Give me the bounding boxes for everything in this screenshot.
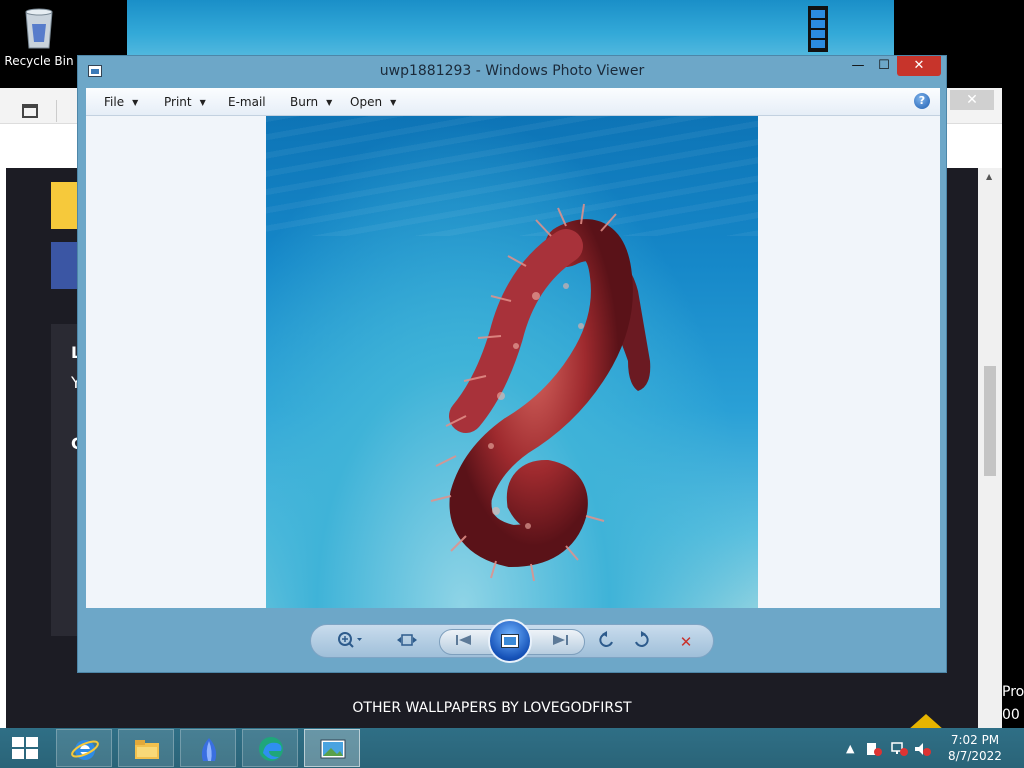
start-button[interactable] (12, 737, 38, 759)
recycle-bin-icon (22, 6, 56, 50)
image-canvas (86, 116, 940, 608)
scroll-up-icon[interactable]: ▲ (986, 172, 992, 181)
internet-explorer-icon[interactable] (56, 729, 112, 767)
chevron-down-icon: ▼ (132, 98, 139, 107)
app-icon[interactable] (180, 729, 236, 767)
scrollbar[interactable]: ▲ (978, 168, 1002, 728)
menu-bar: File ▼ Print ▼ E-mail Burn ▼ Open ▼ ? (86, 88, 940, 116)
clock-date: 8/7/2022 (948, 749, 1002, 763)
seahorse-photo (266, 116, 758, 608)
slideshow-icon[interactable] (488, 619, 532, 663)
rotate-ccw-icon[interactable] (595, 631, 619, 653)
photo-viewer-window: uwp1881293 - Windows Photo Viewer — ☐ ✕ … (77, 55, 947, 673)
menu-label: E-mail (228, 95, 266, 109)
rotate-cw-icon[interactable] (629, 631, 653, 653)
chevron-down-icon: ▼ (199, 98, 206, 107)
window-thumbnail (808, 6, 828, 52)
help-icon[interactable]: ? (914, 93, 930, 109)
zoom-icon[interactable] (335, 631, 365, 653)
other-wallpapers-heading: OTHER WALLPAPERS BY LOVEGODFIRST (352, 700, 632, 716)
scrollbar-thumb[interactable] (984, 366, 996, 476)
window-title: uwp1881293 - Windows Photo Viewer (379, 63, 645, 79)
menu-label: File (104, 95, 125, 109)
network-icon[interactable] (890, 742, 908, 759)
recycle-bin-label: Recycle Bin (4, 54, 74, 68)
menu-file[interactable]: File ▼ (104, 95, 138, 109)
menu-print[interactable]: Print ▼ (164, 95, 206, 109)
chevron-down-icon: ▼ (390, 98, 397, 107)
menu-email[interactable]: E-mail (228, 95, 266, 109)
actual-size-icon[interactable] (395, 631, 419, 653)
clock-time: 7:02 PM (950, 733, 1000, 747)
previous-icon[interactable] (450, 631, 478, 653)
action-center-icon[interactable] (866, 742, 882, 759)
menu-burn[interactable]: Burn ▼ (290, 95, 332, 109)
photo-viewer-icon[interactable] (304, 729, 360, 767)
edge-icon[interactable] (242, 729, 298, 767)
menu-label: Open (350, 95, 383, 109)
taskbar: ▲ 7:02 PM 8/7/2022 (0, 728, 1024, 768)
minimize-button[interactable]: — (845, 56, 871, 76)
menu-open[interactable]: Open ▼ (350, 95, 396, 109)
title-bar[interactable]: uwp1881293 - Windows Photo Viewer — ☐ ✕ (78, 56, 946, 86)
partial-text: Pro (1002, 684, 1024, 700)
viewer-controls: ✕ (310, 619, 714, 663)
maximize-button[interactable]: ☐ (871, 56, 897, 76)
menu-label: Burn (290, 95, 319, 109)
seahorse-illustration (430, 203, 651, 582)
recycle-bin[interactable]: Recycle Bin (4, 6, 74, 78)
desktop-wallpaper (127, 0, 894, 56)
show-hidden-icons-icon[interactable]: ▲ (846, 742, 854, 755)
system-clock[interactable]: 7:02 PM 8/7/2022 (944, 732, 1006, 764)
file-explorer-icon[interactable] (118, 729, 174, 767)
delete-icon[interactable]: ✕ (673, 631, 699, 653)
chevron-down-icon: ▼ (326, 98, 333, 107)
menu-label: Print (164, 95, 192, 109)
browser-close-button[interactable]: ✕ (950, 90, 994, 110)
volume-icon[interactable] (914, 742, 932, 759)
close-button[interactable]: ✕ (897, 56, 941, 76)
next-icon[interactable] (546, 631, 574, 653)
tab-actions-icon[interactable] (22, 104, 38, 118)
divider (56, 100, 57, 122)
partial-text: 00 (1002, 707, 1020, 723)
